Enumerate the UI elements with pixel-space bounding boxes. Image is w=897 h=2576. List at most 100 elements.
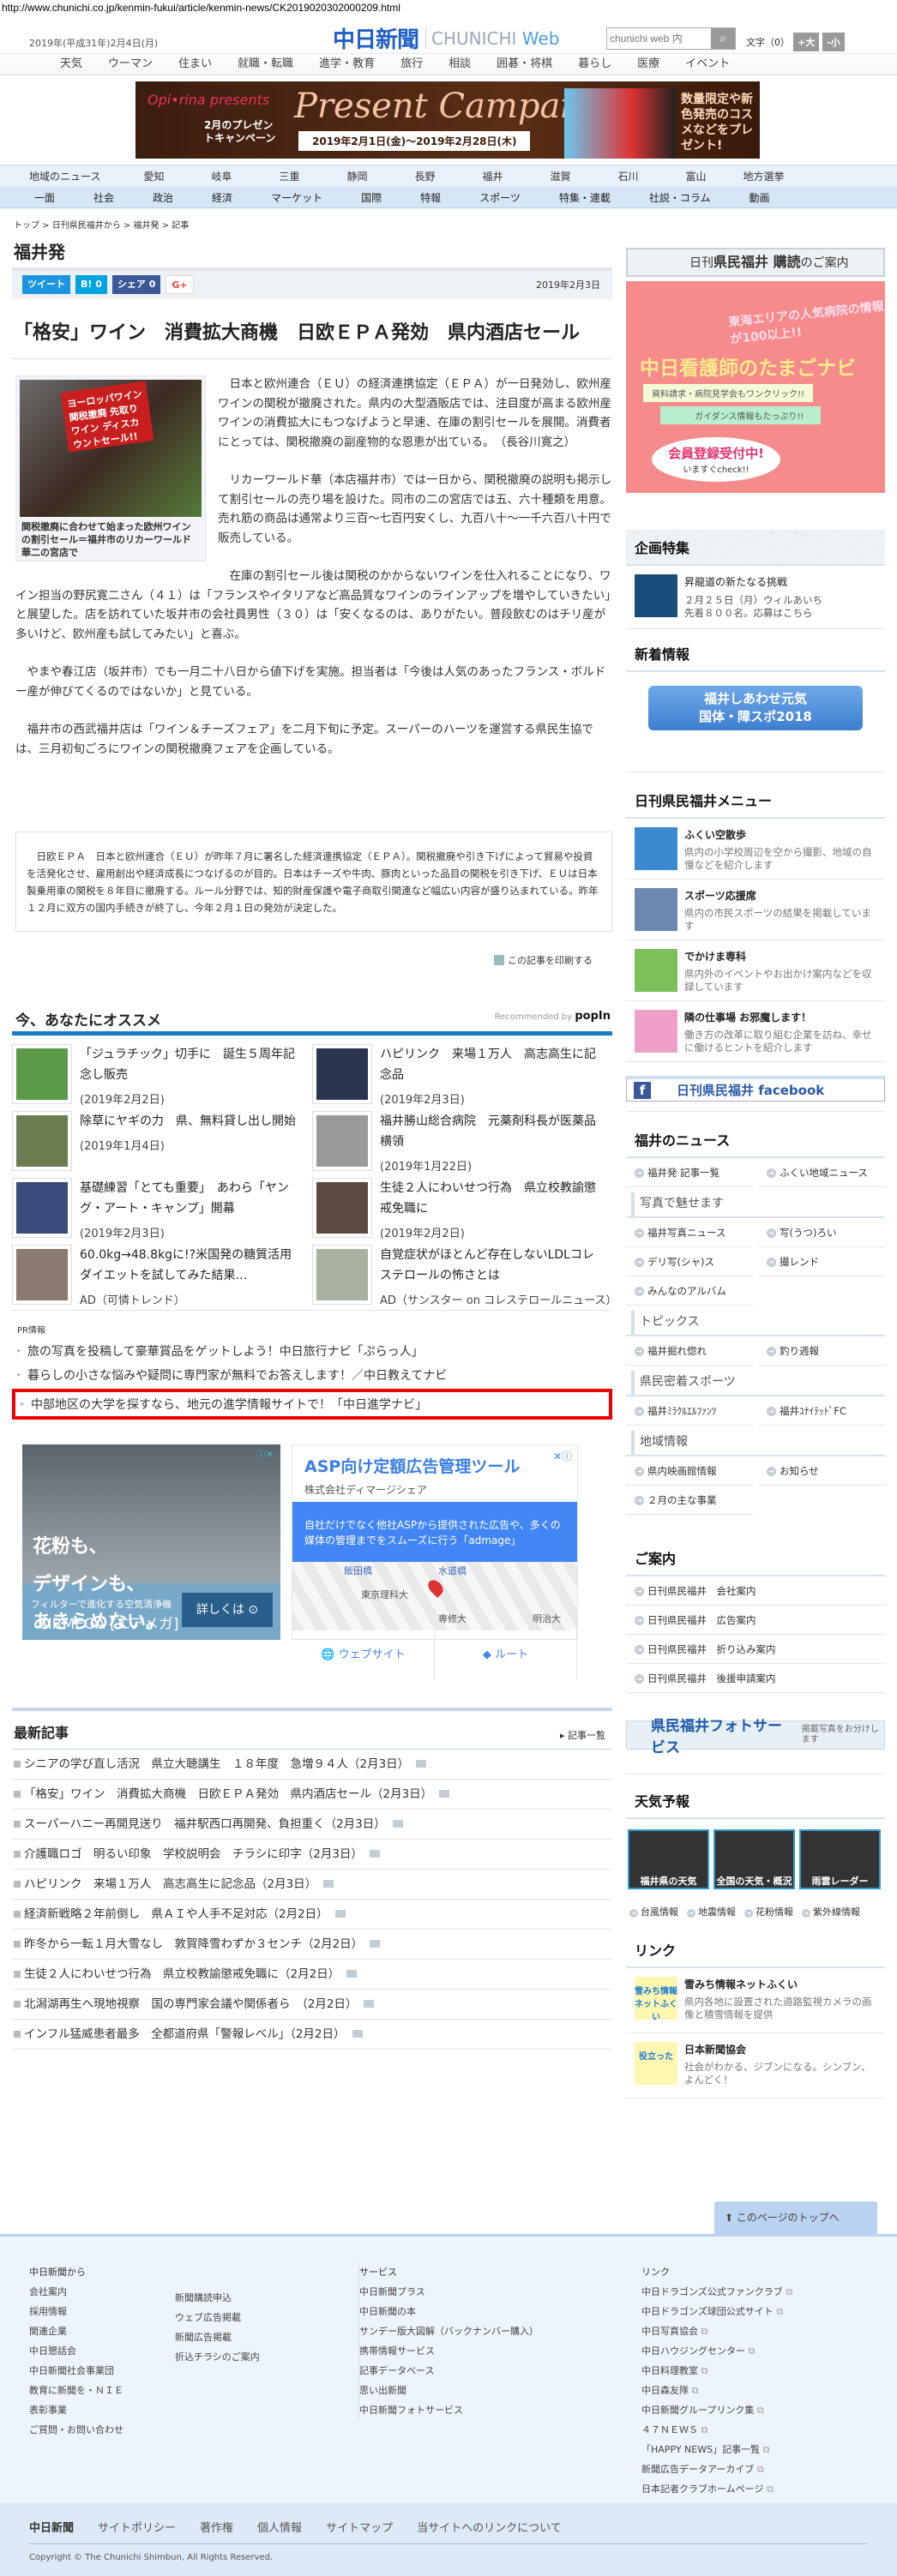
sidebar-link[interactable]: デリ写(シャ)ス (626, 1247, 753, 1276)
back-to-top-button[interactable]: ⬆ このページのトップへ (714, 2201, 877, 2234)
sidebar-link[interactable]: 日刊県民福井 会社案内 (626, 1576, 885, 1606)
kikaku-item[interactable]: 昇龍道の新たなる挑戦 ２月２５日（月）ウィルあいち 先着８００名。応募はこちら (626, 566, 885, 629)
sidebar-link[interactable]: 福井写真ニュース (626, 1218, 753, 1247)
latest-item[interactable]: 北潟湖再生へ現地視察 国の専門家会議や関係者ら （2月2日） (12, 1990, 612, 2020)
sidebar-link[interactable]: 福井掘れ惚れ (626, 1336, 753, 1366)
kokutai-banner[interactable]: 福井しあわせ元気 国体・障スポ2018 (648, 686, 863, 730)
region-nav-item[interactable]: 長野 (391, 169, 459, 183)
main-nav-item[interactable]: スポーツ (479, 190, 521, 205)
region-nav-item[interactable]: 石川 (594, 169, 662, 183)
nurse-navi-ad[interactable]: 東海エリアの人気病院の情報が100以上!! 中日看護師のたまごナビ 資料請求・病… (626, 281, 885, 493)
main-nav-item[interactable]: 特報 (420, 190, 441, 205)
sidebar-link[interactable]: 釣り週報 (758, 1336, 885, 1366)
weather-link[interactable]: 台風情報 (629, 1905, 678, 1918)
region-nav-item[interactable]: 地方選挙 (730, 169, 798, 183)
main-nav-item[interactable]: 政治 (153, 190, 173, 205)
weather-tile[interactable]: 福井県の天気 (628, 1829, 709, 1889)
footer-link[interactable]: 関連企業 (29, 2321, 123, 2341)
campaign-banner[interactable]: Opi•rina presents 2月のプレゼントキャンペーン Present… (135, 81, 760, 159)
menu-item[interactable]: 隣の仕事場 お邪魔します！ 働き方の改革に取り組む企業を訪ね、幸せに働けるヒントを… (626, 1001, 885, 1062)
latest-item[interactable]: 生徒２人にわいせつ行為 県立校教諭懲戒免職に（2月2日） (12, 1960, 612, 1990)
gplus-button[interactable]: G+ (166, 275, 194, 294)
menu-item[interactable]: でかけま専科 県内外のイベントやお出かけ案内などを収録しています (626, 940, 885, 1001)
top-nav-item[interactable]: イベント (685, 54, 730, 75)
facebook-share-button[interactable]: シェア 0 (111, 275, 161, 294)
adchoices-icon[interactable]: ⓘ✕ (256, 1447, 274, 1461)
tweet-button[interactable]: ツイート (22, 275, 70, 294)
footer-logo[interactable]: 中日新聞 (29, 2519, 74, 2535)
footer-link[interactable]: 中日新聞フォトサービス (359, 2400, 539, 2420)
pr-link[interactable]: 旅の写真を投稿して豪華賞品をゲットしよう！中日旅行ナビ「ぷらっ人」 (12, 1339, 612, 1363)
footer-link[interactable]: 中日新聞グループリンク集 (641, 2400, 792, 2420)
top-nav-item[interactable]: 暮らし (578, 54, 611, 75)
top-nav-item[interactable]: 旅行 (400, 54, 423, 75)
sidebar-link[interactable]: 日刊県民福井 後援申請案内 (626, 1664, 885, 1693)
region-nav-item[interactable]: 静岡 (323, 169, 391, 183)
weather-link[interactable]: 紫外線情報 (802, 1905, 860, 1918)
latest-item[interactable]: シニアの学び直し活況 県立大聴講生 １８年度 急増９４人（2月3日） (12, 1750, 612, 1780)
region-nav-item[interactable]: 三重 (256, 169, 323, 183)
footer-link[interactable]: 携帯情報サービス (359, 2341, 539, 2361)
weather-link[interactable]: 花粉情報 (744, 1905, 793, 1918)
main-nav-item[interactable]: 特集・連載 (559, 190, 611, 205)
top-nav-item[interactable]: 就職・転職 (238, 54, 293, 75)
search-input[interactable] (607, 28, 711, 49)
main-nav-item[interactable]: 経済 (212, 190, 232, 205)
region-nav-item[interactable]: 富山 (662, 169, 730, 183)
recommend-by[interactable]: Recommended by popIn (495, 1010, 611, 1023)
weather-link[interactable]: 地震情報 (687, 1905, 736, 1918)
route-button[interactable]: ◆ ルート (435, 1630, 577, 1680)
main-nav-item[interactable]: 国際 (361, 190, 382, 205)
region-nav-item[interactable]: 福井 (459, 169, 527, 183)
footer-bottom-link[interactable]: サイトマップ (326, 2519, 393, 2535)
footer-link[interactable]: 会社案内 (29, 2282, 123, 2302)
main-nav-item[interactable]: 社会 (93, 190, 114, 205)
recommend-item[interactable]: 除草にヤギの力 県、無料貸し出し開始 (2019年1月4日) (12, 1111, 312, 1174)
sidebar-link[interactable]: ふくい地域ニュース (758, 1158, 885, 1187)
footer-link[interactable]: 中日写真協会 (641, 2321, 792, 2341)
footer-link[interactable]: 新聞購読申込 (175, 2288, 260, 2308)
sidebar-link[interactable]: お知らせ (758, 1456, 885, 1486)
link-item[interactable]: 役立った 日本新聞協会 社会がわかる、ジブンになる。シンブン、よんどく！ (626, 2033, 885, 2099)
top-nav-item[interactable]: 進学・教育 (319, 54, 375, 75)
footer-link[interactable]: 新聞広告掲載 (175, 2327, 260, 2347)
ad-details-button[interactable]: 詳しくは ⊙ (182, 1593, 273, 1627)
footer-link[interactable]: ウェブ広告掲載 (175, 2308, 260, 2327)
footer-link[interactable]: 中日料理教室 (641, 2361, 792, 2381)
footer-bottom-link[interactable]: 当サイトへのリンクについて (417, 2519, 562, 2535)
footer-link[interactable]: サンデー版大図解（バックナンバー購入） (359, 2321, 539, 2341)
top-nav-item[interactable]: 医療 (637, 54, 659, 75)
admage-ad[interactable]: ✕ⓘ ASP向け定額広告管理ツール 株式会社ディマージシェア 自社だけでなく他社… (292, 1444, 578, 1680)
footer-bottom-link[interactable]: 著作権 (200, 2519, 233, 2535)
top-nav-item[interactable]: 天気 (60, 54, 82, 75)
footer-link[interactable]: 中日新聞の本 (359, 2302, 539, 2321)
region-nav-item[interactable]: 岐阜 (188, 169, 256, 183)
main-nav-item[interactable]: マーケット (271, 190, 322, 205)
recommend-item[interactable]: 自覚症状がほとんど存在しないLDLコレステロールの怖さとは AD（サンスター on… (312, 1245, 617, 1308)
footer-link[interactable]: 新聞広告データアーカイブ (641, 2459, 792, 2479)
region-nav-item[interactable]: 滋賀 (527, 169, 594, 183)
footer-link[interactable]: 中日新聞プラス (359, 2282, 539, 2302)
subscribe-banner[interactable]: 日刊県民福井 購読のご案内 (626, 248, 885, 277)
pr-link[interactable]: 暮らしの小さな悩みや疑問に専門家が無料でお答えします！／中日教えてナビ (12, 1363, 612, 1387)
site-logo[interactable]: 中日新聞 CHUNICHI Web (333, 22, 559, 54)
article-photo[interactable]: ヨーロッパワイン 関税撤廃 先取り ワイン ディスカウントセール!! 関税撤廃に… (15, 375, 206, 561)
sidebar-link[interactable]: 写(うつ)ろい (758, 1218, 885, 1247)
footer-link[interactable]: 教育に新聞を・ＮＩＥ (29, 2381, 123, 2400)
footer-link[interactable]: 中日懇話会 (29, 2341, 123, 2361)
footer-link[interactable]: 中日森友隊 (641, 2381, 792, 2400)
latest-item[interactable]: ハピリンク 来場１万人 高志高生に記念品（2月3日） (12, 1870, 612, 1900)
article-list-link[interactable]: ▸ 記事一覧 (560, 1728, 605, 1742)
footer-link[interactable]: 中日ドラゴンズ公式ファンクラブ (641, 2282, 792, 2302)
menu-item[interactable]: ふくい空散歩 県内の小学校周辺を空から撮影、地域の自慢などを紹介します (626, 819, 885, 880)
recommend-item[interactable]: 福井勝山総合病院 元薬剤科長が医薬品横領 (2019年1月22日) (312, 1111, 612, 1174)
sidebar-link[interactable]: 日刊県民福井 広告案内 (626, 1606, 885, 1635)
sidebar-link[interactable]: みんなのアルバム (626, 1276, 753, 1306)
recommend-item[interactable]: 60.0kg→48.8kgに!?米国発の糖質活用ダイエットを試してみた結果… AD… (12, 1245, 312, 1308)
footer-link[interactable]: 中日ドラゴンズ球団公式サイト (641, 2302, 792, 2321)
photo-service-banner[interactable]: 県民福井フォトサービス 掲載写真をお分けします (626, 1718, 885, 1756)
pr-link-highlighted[interactable]: 中部地区の大学を探すなら、地元の進学情報サイトで！「中日進学ナビ」 (12, 1389, 612, 1420)
sidebar-link[interactable]: 福井発 記事一覧 (626, 1158, 753, 1187)
main-nav-item[interactable]: 動画 (750, 190, 770, 205)
footer-link[interactable]: 表彰事業 (29, 2400, 123, 2420)
